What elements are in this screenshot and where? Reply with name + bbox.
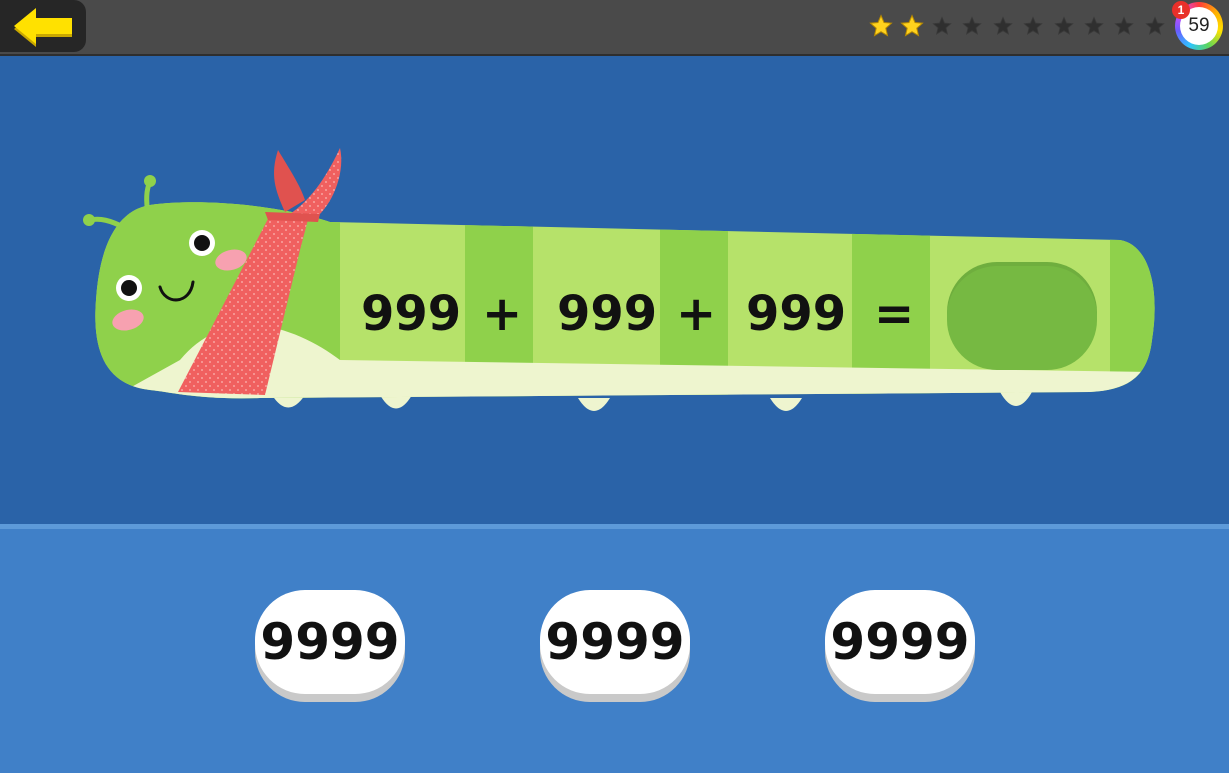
star-filled-icon — [866, 11, 896, 41]
answer-choice-2[interactable]: 9999 — [540, 590, 690, 702]
back-arrow-icon — [14, 8, 72, 47]
notification-badge: 1 — [1172, 1, 1190, 19]
equation-equals: = — [874, 286, 915, 342]
equation-operand-1: 999 — [361, 286, 462, 342]
equation-plus-2: + — [676, 286, 717, 342]
answer-slot[interactable] — [947, 262, 1097, 370]
star-empty-icon — [988, 11, 1018, 41]
choice-label: 9999 — [255, 590, 405, 694]
back-button[interactable] — [0, 0, 86, 52]
caterpillar-illustration — [83, 148, 1155, 411]
equation-operand-2: 999 — [557, 286, 658, 342]
star-filled-icon — [896, 11, 926, 41]
star-progress — [866, 11, 1170, 41]
equation-operand-3: 999 — [746, 286, 847, 342]
choice-label: 9999 — [540, 590, 690, 694]
star-empty-icon — [1079, 11, 1109, 41]
star-empty-icon — [1048, 11, 1078, 41]
star-empty-icon — [1109, 11, 1139, 41]
score-badge[interactable]: 59 1 — [1172, 1, 1225, 52]
star-empty-icon — [957, 11, 987, 41]
star-empty-icon — [1140, 11, 1170, 41]
star-empty-icon — [927, 11, 957, 41]
equation-plus-1: + — [482, 286, 523, 342]
answer-choice-3[interactable]: 9999 — [825, 590, 975, 702]
top-bar: 59 1 — [0, 0, 1229, 56]
choice-label: 9999 — [825, 590, 975, 694]
answer-choice-1[interactable]: 9999 — [255, 590, 405, 702]
star-empty-icon — [1018, 11, 1048, 41]
